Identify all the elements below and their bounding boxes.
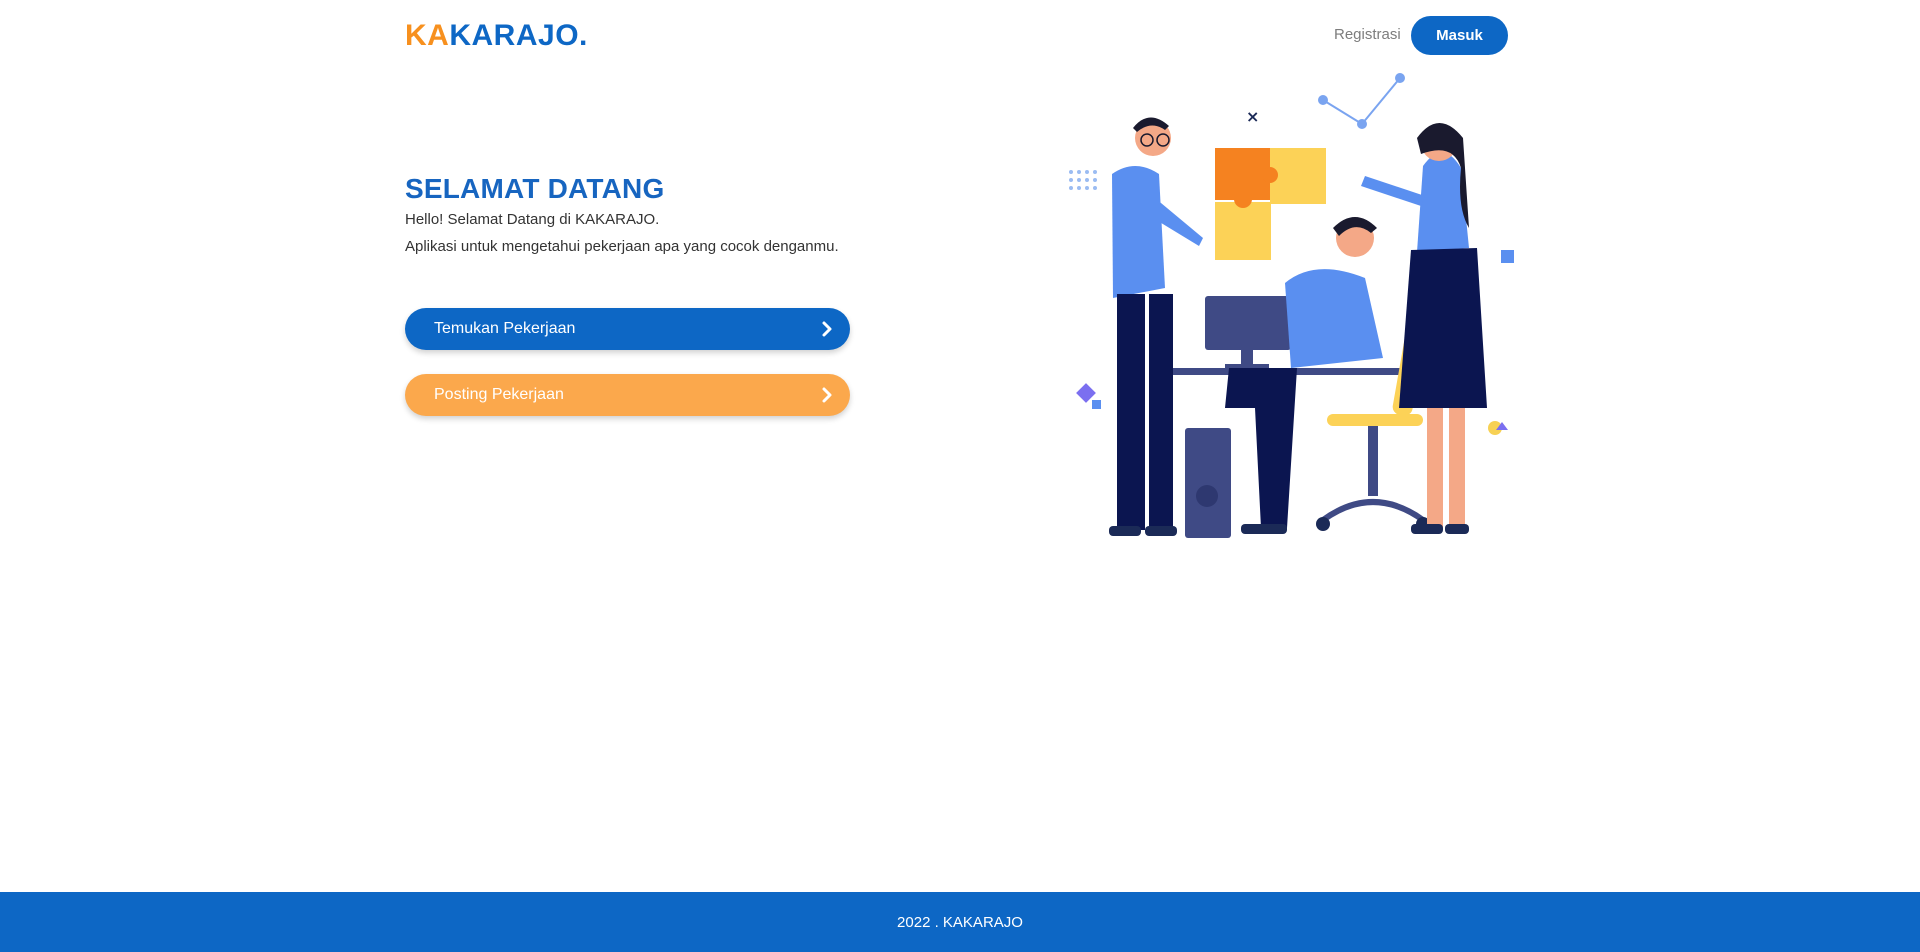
find-job-button[interactable]: Temukan Pekerjaan bbox=[405, 308, 850, 350]
dot-grid-icon bbox=[1069, 170, 1097, 190]
welcome-text: Hello! Selamat Datang di KAKARAJO. bbox=[405, 211, 660, 228]
square-shape-icon bbox=[1501, 250, 1514, 263]
find-job-label: Temukan Pekerjaan bbox=[434, 320, 576, 337]
page-title: SELAMAT DATANG bbox=[405, 173, 665, 204]
svg-text:×: × bbox=[1246, 107, 1259, 126]
post-job-button[interactable]: Posting Pekerjaan bbox=[405, 374, 850, 416]
logo-part-orange: KA bbox=[405, 19, 450, 52]
footer-copyright: 2022 . KAKARAJO bbox=[897, 913, 1023, 931]
navbar: KAKARAJO. Registrasi Masuk bbox=[0, 0, 1920, 72]
chevron-right-icon bbox=[822, 321, 832, 337]
team-puzzle-illustration: × bbox=[1069, 73, 1514, 538]
footer: 2022 . KAKARAJO bbox=[0, 892, 1920, 952]
login-button[interactable]: Masuk bbox=[1411, 16, 1508, 55]
logo-part-blue: KARAJO. bbox=[449, 19, 588, 52]
monitor-icon bbox=[1205, 296, 1291, 350]
post-job-label: Posting Pekerjaan bbox=[434, 386, 564, 403]
chevron-right-icon bbox=[822, 387, 832, 403]
network-lines-icon bbox=[1318, 73, 1405, 129]
register-link[interactable]: Registrasi bbox=[1334, 25, 1401, 45]
description-text: Aplikasi untuk mengetahui pekerjaan apa … bbox=[405, 238, 839, 255]
brand-logo[interactable]: KAKARAJO. bbox=[405, 18, 588, 54]
puzzle-icon bbox=[1215, 148, 1326, 260]
